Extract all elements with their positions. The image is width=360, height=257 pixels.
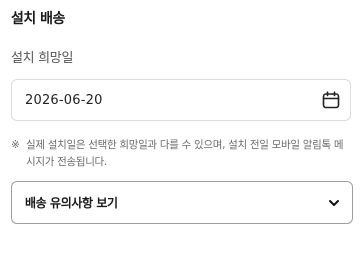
section-title: 설치 배송 — [11, 11, 65, 27]
chevron-down-icon — [327, 196, 341, 210]
notice-mark: ※ — [11, 139, 20, 151]
install-date-label: 설치 희망일 — [11, 51, 74, 66]
delivery-notes-toggle[interactable]: 배송 유의사항 보기 — [11, 181, 353, 224]
install-delivery-section: 설치 배송 설치 희망일 2026-06-20 ※ 실제 설치일은 선택한 희망… — [0, 0, 360, 257]
install-date-field[interactable]: 2026-06-20 — [11, 79, 351, 121]
delivery-notes-label: 배송 유의사항 보기 — [25, 196, 118, 210]
install-notice: ※ 실제 설치일은 선택한 희망일과 다를 수 있으며, 설치 전일 모바일 알… — [11, 137, 351, 171]
notice-text: 실제 설치일은 선택한 희망일과 다를 수 있으며, 설치 전일 모바일 알림톡… — [26, 139, 344, 168]
install-date-value: 2026-06-20 — [25, 92, 103, 108]
calendar-icon[interactable] — [321, 90, 341, 110]
